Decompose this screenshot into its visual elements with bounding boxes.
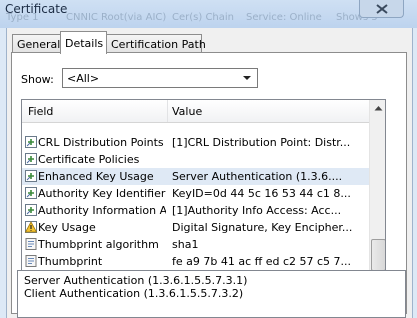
field-name: Certificate Policies: [38, 153, 140, 166]
extension-icon: [25, 204, 37, 216]
list-row[interactable]: Thumbprint fe a9 7b 41 ac ff ed c2 57 c5…: [22, 253, 369, 270]
field-name: Enhanced Key Usage: [38, 170, 154, 183]
field-value: [1]Authority Info Access: Acc...: [172, 204, 342, 217]
fields-list[interactable]: Field Value CRL Distribution Points [1]C…: [21, 99, 386, 289]
tab-general[interactable]: General: [12, 34, 61, 53]
field-name: Authority Information A...: [38, 204, 166, 217]
close-button[interactable]: [359, 0, 404, 18]
critical-extension-icon: [24, 221, 38, 233]
field-name: Thumbprint: [38, 255, 103, 268]
background-text: Type 1: [6, 12, 39, 23]
field-name: Key Usage: [38, 221, 96, 234]
list-row[interactable]: Key Usage Digital Signature, Key Enciphe…: [22, 219, 369, 236]
property-icon: [25, 255, 37, 267]
column-divider[interactable]: [167, 100, 168, 122]
field-value: KeyID=0d 44 5c 16 53 44 c1 8...: [172, 187, 351, 200]
show-dropdown[interactable]: <All>: [62, 68, 258, 88]
field-value: Server Authentication (1.3.6....: [172, 170, 343, 183]
extension-icon: [25, 170, 37, 182]
field-value: sha1: [172, 238, 199, 251]
tab-certification-path[interactable]: Certification Path: [106, 34, 206, 53]
title-bar: Certificate Type 1 CNNIC Root(via AIC) C…: [0, 0, 417, 28]
column-header-value[interactable]: Value: [172, 105, 202, 118]
background-text: CNNIC Root(via AIC): [66, 12, 167, 23]
field-name: Authority Key Identifier: [38, 187, 166, 200]
field-value: fe a9 7b 41 ac ff ed c2 57 c5 7...: [172, 255, 352, 268]
chevron-down-icon: [243, 76, 251, 80]
close-icon: [375, 3, 388, 14]
list-row-selected[interactable]: Enhanced Key Usage Server Authentication…: [22, 168, 369, 185]
vertical-scrollbar[interactable]: [369, 100, 385, 288]
field-name: Thumbprint algorithm: [38, 238, 159, 251]
extension-icon: [25, 136, 37, 148]
column-header-field[interactable]: Field: [28, 105, 53, 118]
background-text: Service: Online: [246, 12, 322, 23]
list-row[interactable]: CRL Distribution Points [1]CRL Distribut…: [22, 134, 369, 151]
list-row[interactable]: Authority Information A... [1]Authority …: [22, 202, 369, 219]
list-row[interactable]: Authority Key Identifier KeyID=0d 44 5c …: [22, 185, 369, 202]
detail-line: Server Authentication (1.3.6.1.5.5.7.3.1…: [24, 274, 248, 287]
tab-details[interactable]: Details: [60, 31, 107, 54]
list-row[interactable]: Thumbprint algorithm sha1: [22, 236, 369, 253]
field-name: CRL Distribution Points: [38, 136, 164, 149]
field-detail-box[interactable]: Server Authentication (1.3.6.1.5.5.7.3.1…: [17, 270, 406, 318]
scrollbar-thumb[interactable]: [371, 239, 385, 271]
extension-icon: [25, 153, 37, 165]
extension-icon: [25, 187, 37, 199]
property-icon: [25, 238, 37, 250]
list-row[interactable]: Certificate Policies: [22, 151, 369, 168]
chevron-up-icon: [374, 106, 382, 111]
show-label: Show:: [21, 73, 54, 86]
list-header: Field Value: [22, 100, 369, 123]
field-value: [1]CRL Distribution Point: Distr...: [172, 136, 351, 149]
detail-line: Client Authentication (1.3.6.1.5.5.7.3.2…: [24, 287, 244, 300]
show-selected-value: <All>: [67, 72, 100, 85]
background-text: Cer(s) Chain: [172, 12, 235, 23]
field-value: Digital Signature, Key Encipher...: [172, 221, 353, 234]
scroll-up-button[interactable]: [370, 100, 385, 116]
